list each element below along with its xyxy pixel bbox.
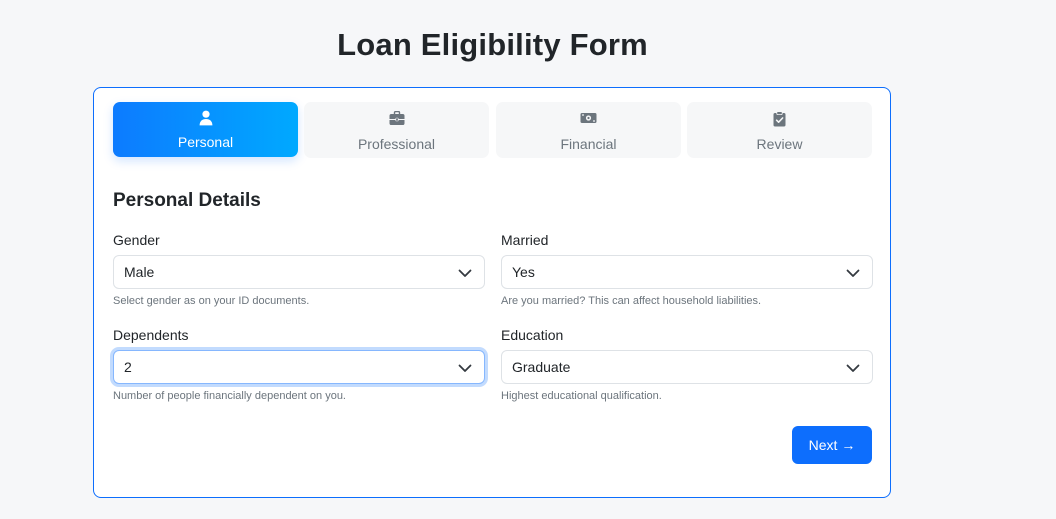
gender-field: Gender Male Select gender as on your ID … bbox=[113, 230, 485, 307]
married-label: Married bbox=[501, 232, 549, 248]
married-select-value: Yes bbox=[512, 264, 535, 280]
married-select[interactable]: Yes bbox=[501, 255, 873, 289]
step-tab-personal[interactable]: Personal bbox=[113, 102, 298, 157]
section-title: Personal Details bbox=[113, 190, 261, 211]
step-label: Financial bbox=[560, 136, 617, 152]
user-icon bbox=[113, 110, 298, 126]
money-bill-icon bbox=[496, 111, 681, 127]
gender-select-value: Male bbox=[124, 264, 155, 280]
page-title: Loan Eligibility Form bbox=[337, 27, 648, 62]
next-button[interactable]: Next → bbox=[792, 426, 872, 464]
step-tab-professional[interactable]: Professional bbox=[304, 102, 489, 158]
clipboard-check-icon bbox=[687, 111, 872, 127]
gender-select[interactable]: Male bbox=[113, 255, 485, 289]
married-field: Married Yes Are you married? This can af… bbox=[501, 230, 873, 307]
chevron-down-icon bbox=[458, 266, 472, 278]
married-help-text: Are you married? This can affect househo… bbox=[501, 295, 762, 307]
gender-help-text: Select gender as on your ID documents. bbox=[113, 295, 310, 307]
step-tab-financial[interactable]: Financial bbox=[496, 102, 681, 158]
chevron-down-icon bbox=[458, 361, 472, 373]
education-field: Education Graduate Highest educational q… bbox=[501, 325, 873, 402]
briefcase-icon bbox=[304, 111, 489, 127]
dependents-select[interactable]: 2 bbox=[113, 350, 485, 384]
step-label: Review bbox=[756, 136, 803, 152]
education-help-text: Highest educational qualification. bbox=[501, 390, 662, 402]
step-label: Professional bbox=[357, 136, 436, 152]
dependents-help-text: Number of people financially dependent o… bbox=[113, 390, 346, 402]
step-tab-review[interactable]: Review bbox=[687, 102, 872, 158]
step-label: Personal bbox=[177, 134, 234, 150]
dependents-field: Dependents 2 Number of people financiall… bbox=[113, 325, 485, 402]
form-card: Personal Professional Financial Review P… bbox=[93, 87, 891, 498]
dependents-label: Dependents bbox=[113, 327, 189, 343]
step-tabs: Personal Professional Financial Review bbox=[113, 102, 873, 158]
education-select-value: Graduate bbox=[512, 359, 571, 375]
education-label: Education bbox=[501, 327, 564, 343]
chevron-down-icon bbox=[846, 361, 860, 373]
education-select[interactable]: Graduate bbox=[501, 350, 873, 384]
gender-label: Gender bbox=[113, 232, 160, 248]
chevron-down-icon bbox=[846, 266, 860, 278]
dependents-select-value: 2 bbox=[124, 359, 132, 375]
